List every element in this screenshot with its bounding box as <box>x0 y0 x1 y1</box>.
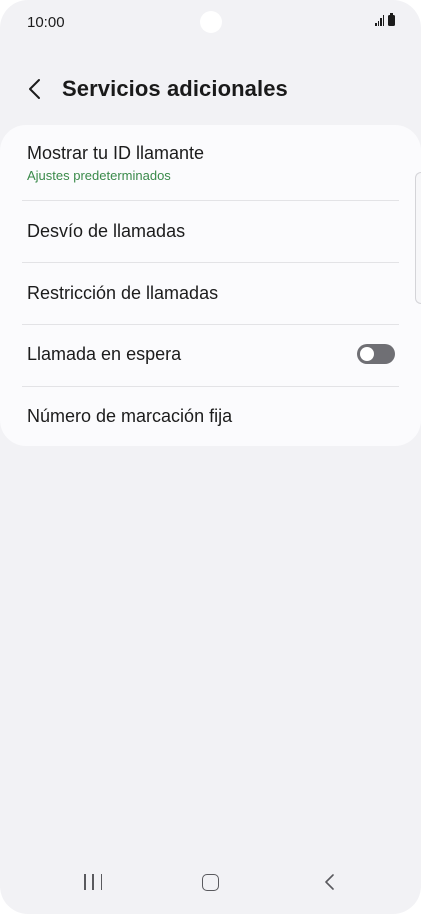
setting-label: Mostrar tu ID llamante <box>27 143 205 163</box>
phone-screen: 10:00 Servicios adicionales Mostrar tu I… <box>0 0 421 914</box>
back-icon[interactable] <box>321 872 339 892</box>
chevron-left-icon[interactable] <box>24 78 46 100</box>
camera-cutout <box>200 11 222 33</box>
signal-icon <box>375 15 384 26</box>
recents-icon[interactable] <box>84 874 102 892</box>
home-icon[interactable] <box>202 874 219 891</box>
settings-card: Mostrar tu ID llamante Ajustes predeterm… <box>0 125 421 446</box>
setting-label: Desvío de llamadas <box>27 221 186 241</box>
call-waiting-toggle[interactable] <box>357 344 395 364</box>
battery-icon <box>388 13 395 26</box>
setting-call-barring[interactable]: Restricción de llamadas <box>0 263 421 324</box>
setting-fixed-dialing[interactable]: Número de marcación fija <box>0 387 421 446</box>
setting-sublabel: Ajustes predeterminados <box>27 168 171 183</box>
edge-panel-handle[interactable] <box>415 172 421 304</box>
status-time: 10:00 <box>27 14 65 31</box>
setting-label: Número de marcación fija <box>27 406 233 426</box>
setting-call-forwarding[interactable]: Desvío de llamadas <box>0 201 421 263</box>
navigation-bar <box>0 858 421 914</box>
setting-label: Llamada en espera <box>27 344 182 364</box>
toggle-knob <box>360 347 374 361</box>
status-bar: 10:00 <box>0 0 421 46</box>
page-title: Servicios adicionales <box>62 76 288 101</box>
setting-caller-id[interactable]: Mostrar tu ID llamante Ajustes predeterm… <box>0 125 421 201</box>
app-header: Servicios adicionales <box>0 70 421 110</box>
setting-label: Restricción de llamadas <box>27 283 219 303</box>
status-icons <box>375 13 395 26</box>
setting-call-waiting[interactable]: Llamada en espera <box>0 325 421 386</box>
